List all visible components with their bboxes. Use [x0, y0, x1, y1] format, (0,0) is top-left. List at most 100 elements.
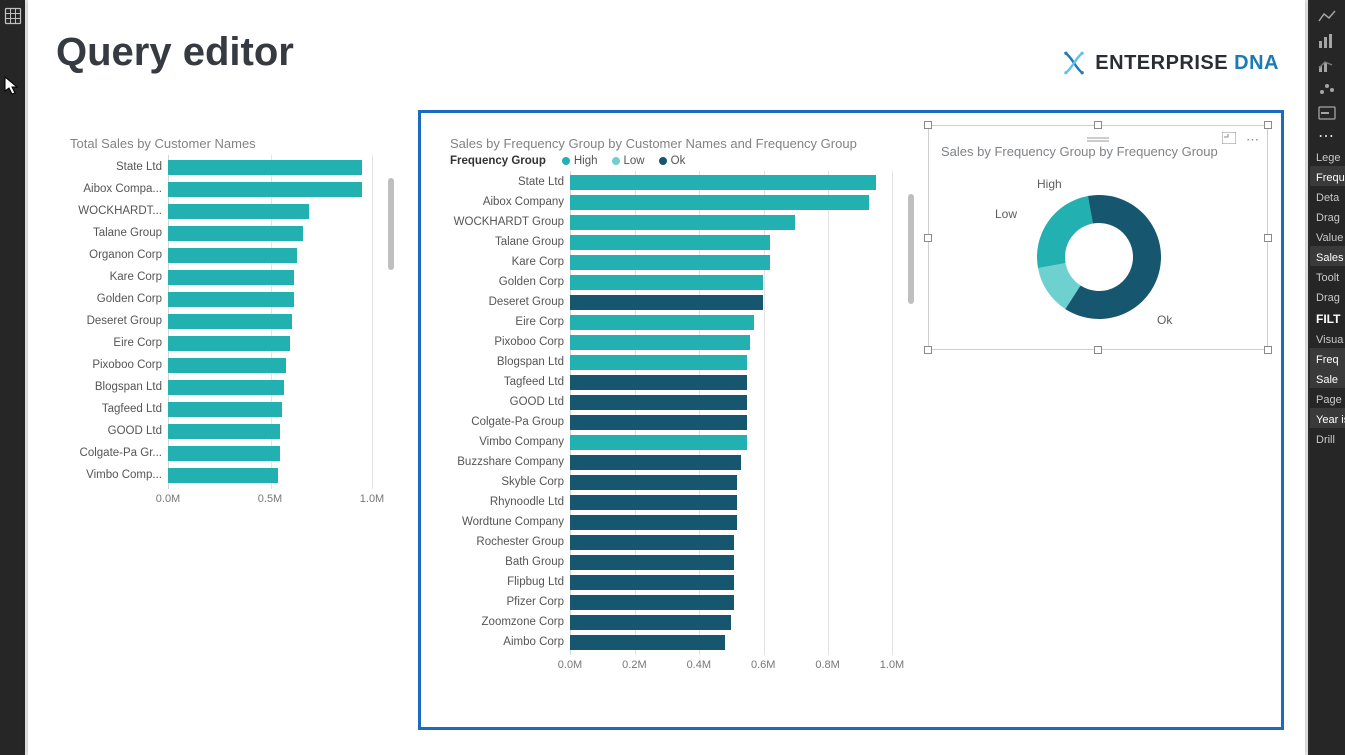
bar-row[interactable]: Talane Group — [448, 233, 892, 251]
bar-fill[interactable] — [168, 270, 294, 285]
bar-row[interactable]: Deseret Group — [448, 293, 892, 311]
bar-fill[interactable] — [570, 275, 763, 290]
field-well-label[interactable]: Lege — [1310, 146, 1345, 166]
bar-fill[interactable] — [168, 424, 280, 439]
bar-fill[interactable] — [168, 314, 292, 329]
bar-fill[interactable] — [168, 402, 282, 417]
bar-row[interactable]: Bath Group — [448, 553, 892, 571]
bar-fill[interactable] — [168, 248, 297, 263]
bar-row[interactable]: Buzzshare Company — [448, 453, 892, 471]
bar-row[interactable]: Tagfeed Ltd — [68, 399, 372, 419]
bar-fill[interactable] — [570, 535, 734, 550]
donut-svg[interactable] — [929, 167, 1267, 352]
bar-row[interactable]: WOCKHARDT... — [68, 201, 372, 221]
more-options-icon[interactable]: ⋯ — [1246, 132, 1259, 148]
visual-drag-handle-icon[interactable] — [1087, 132, 1109, 138]
bar-fill[interactable] — [570, 375, 747, 390]
bar-fill[interactable] — [570, 595, 734, 610]
bar-row[interactable]: GOOD Ltd — [68, 421, 372, 441]
bar-row[interactable]: Rochester Group — [448, 533, 892, 551]
field-well-label[interactable]: Drag — [1310, 206, 1345, 226]
bar-fill[interactable] — [570, 555, 734, 570]
focus-mode-icon[interactable] — [1222, 132, 1236, 148]
field-well-label[interactable]: Page — [1310, 388, 1345, 408]
bar-row[interactable]: Golden Corp — [68, 289, 372, 309]
more-visuals-icon[interactable]: ⋯ — [1318, 126, 1345, 146]
field-well-label[interactable]: Toolt — [1310, 266, 1345, 286]
bar-row[interactable]: Vimbo Comp... — [68, 465, 372, 485]
field-well-label[interactable]: Deta — [1310, 186, 1345, 206]
bar-row[interactable]: Aibox Company — [448, 193, 892, 211]
field-well-label[interactable]: Freq — [1310, 348, 1345, 368]
frequency-donut-chart[interactable]: ⋯ Sales by Frequency Group by Frequency … — [928, 125, 1268, 350]
bar-row[interactable]: Pixoboo Corp — [448, 333, 892, 351]
field-well-label[interactable]: Sale — [1310, 368, 1345, 388]
bar-fill[interactable] — [168, 380, 284, 395]
bar-row[interactable]: GOOD Ltd — [448, 393, 892, 411]
bar-fill[interactable] — [570, 635, 725, 650]
bar-row[interactable]: Aibox Compa... — [68, 179, 372, 199]
bar-fill[interactable] — [168, 336, 290, 351]
field-well-label[interactable]: Drag — [1310, 286, 1345, 306]
bar-fill[interactable] — [570, 195, 869, 210]
field-well-label[interactable]: Value — [1310, 226, 1345, 246]
bar-fill[interactable] — [570, 475, 737, 490]
combo-chart-gallery-icon[interactable] — [1316, 54, 1338, 76]
bar-fill[interactable] — [570, 175, 876, 190]
chart-scrollbar[interactable] — [908, 194, 914, 304]
bar-row[interactable]: Eire Corp — [68, 333, 372, 353]
bar-row[interactable]: Organon Corp — [68, 245, 372, 265]
bar-row[interactable]: Kare Corp — [68, 267, 372, 287]
legend-item[interactable]: Ok — [659, 155, 686, 167]
scatter-chart-gallery-icon[interactable] — [1316, 78, 1338, 100]
field-well-label[interactable]: Year is 20 — [1310, 408, 1345, 428]
bar-row[interactable]: Tagfeed Ltd — [448, 373, 892, 391]
bar-fill[interactable] — [570, 315, 754, 330]
bar-row[interactable]: Golden Corp — [448, 273, 892, 291]
bar-fill[interactable] — [570, 515, 737, 530]
bar-row[interactable]: State Ltd — [68, 157, 372, 177]
bar-row[interactable]: Pixoboo Corp — [68, 355, 372, 375]
bar-row[interactable]: Vimbo Company — [448, 433, 892, 451]
bar-fill[interactable] — [168, 182, 362, 197]
bar-row[interactable]: Pfizer Corp — [448, 593, 892, 611]
card-visual-gallery-icon[interactable] — [1316, 102, 1338, 124]
bar-row[interactable]: Eire Corp — [448, 313, 892, 331]
bar-fill[interactable] — [168, 160, 362, 175]
total-sales-chart[interactable]: Total Sales by Customer Names State LtdA… — [58, 130, 398, 510]
bar-fill[interactable] — [168, 446, 280, 461]
bar-chart-gallery-icon[interactable] — [1316, 30, 1338, 52]
bar-fill[interactable] — [168, 292, 294, 307]
bar-row[interactable]: Zoomzone Corp — [448, 613, 892, 631]
bar-fill[interactable] — [168, 226, 303, 241]
bar-fill[interactable] — [570, 215, 795, 230]
bar-row[interactable]: Rhynoodle Ltd — [448, 493, 892, 511]
legend-item[interactable]: High — [562, 155, 598, 167]
bar-fill[interactable] — [570, 335, 750, 350]
field-well-label[interactable]: Drill — [1310, 428, 1345, 448]
bar-row[interactable]: Blogspan Ltd — [68, 377, 372, 397]
table-view-icon[interactable] — [3, 6, 23, 26]
bar-fill[interactable] — [570, 355, 747, 370]
field-well-label[interactable]: Frequ — [1310, 166, 1345, 186]
bar-row[interactable]: Colgate-Pa Gr... — [68, 443, 372, 463]
bar-fill[interactable] — [570, 435, 747, 450]
bar-fill[interactable] — [570, 415, 747, 430]
legend-item[interactable]: Low — [612, 155, 645, 167]
bar-fill[interactable] — [570, 235, 770, 250]
bar-fill[interactable] — [168, 358, 286, 373]
bar-row[interactable]: Blogspan Ltd — [448, 353, 892, 371]
line-chart-gallery-icon[interactable] — [1316, 6, 1338, 28]
field-well-label[interactable]: Sales — [1310, 246, 1345, 266]
chart-scrollbar[interactable] — [388, 178, 394, 270]
bar-fill[interactable] — [570, 395, 747, 410]
bar-row[interactable]: Skyble Corp — [448, 473, 892, 491]
bar-row[interactable]: Talane Group — [68, 223, 372, 243]
bar-fill[interactable] — [570, 615, 731, 630]
bar-row[interactable]: Wordtune Company — [448, 513, 892, 531]
bar-fill[interactable] — [168, 204, 309, 219]
bar-fill[interactable] — [570, 455, 741, 470]
bar-fill[interactable] — [570, 575, 734, 590]
bar-fill[interactable] — [570, 295, 763, 310]
bar-fill[interactable] — [570, 255, 770, 270]
